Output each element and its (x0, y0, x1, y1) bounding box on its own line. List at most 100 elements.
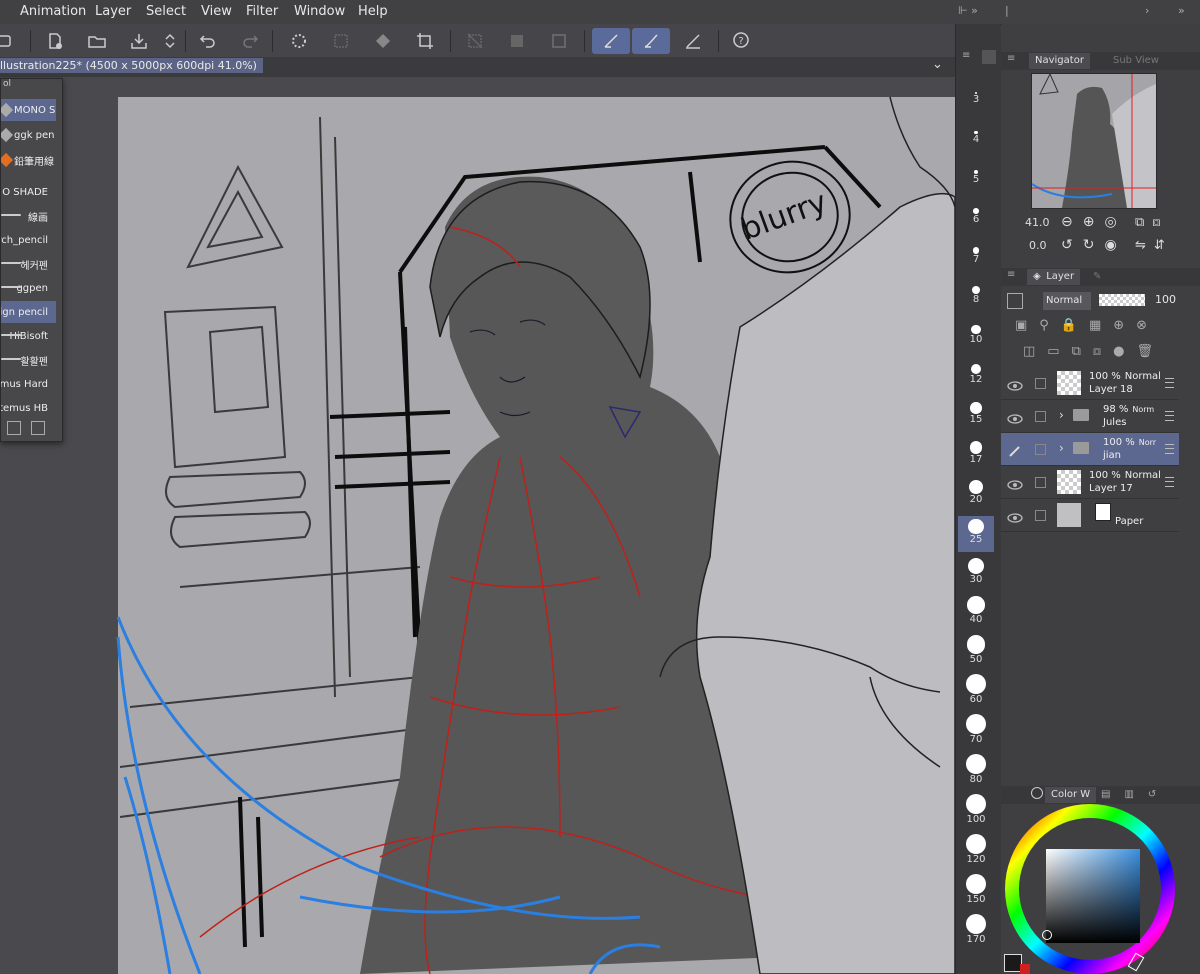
open-file-icon[interactable] (84, 28, 110, 54)
tab-sub-view[interactable]: Sub View (1107, 53, 1165, 69)
layer-settings-icon[interactable] (0, 28, 18, 54)
layer-create-icons[interactable]: ◫▭⧉⧈●🗑 (1023, 344, 1165, 359)
menu-layer[interactable]: Layer (95, 4, 131, 19)
menu-help[interactable]: Help (358, 4, 388, 19)
invert-selection-icon[interactable] (504, 28, 530, 54)
eye-icon[interactable] (1007, 377, 1023, 391)
layer-options-menu-icon[interactable] (1165, 378, 1174, 388)
navigator-thumbnail[interactable] (1031, 73, 1157, 209)
eye-icon[interactable] (1007, 410, 1023, 424)
brush-size-item[interactable]: 70 (958, 714, 994, 752)
saturation-value-square[interactable] (1046, 849, 1140, 943)
layer-row[interactable]: › 100 % Norr jian (1001, 433, 1179, 466)
brush-size-item[interactable]: 6 (958, 196, 994, 232)
sub-tool-item-pencil-line[interactable]: 鉛筆用線 (1, 149, 56, 171)
brush-size-item[interactable]: 17 (958, 436, 994, 472)
loading-spinner-icon[interactable] (286, 28, 312, 54)
sub-tool-item-mono-s[interactable]: MONO S (1, 99, 56, 121)
panel-expand-icon[interactable]: » (1178, 4, 1185, 17)
rotation-value[interactable]: 0.0 (1029, 239, 1047, 252)
brush-size-item[interactable]: 25 (958, 516, 994, 552)
drawing-canvas[interactable]: blurry (0, 77, 955, 974)
layer-options-menu-icon[interactable] (1165, 477, 1174, 487)
brush-size-item[interactable]: 7 (958, 236, 994, 272)
help-bubble-icon[interactable]: ? (728, 28, 754, 54)
layer-check-box[interactable] (1035, 510, 1046, 521)
folder-expand-chevron-icon[interactable]: › (1059, 408, 1064, 422)
brush-tip-icon[interactable] (982, 50, 996, 64)
background-color-swatch[interactable] (1020, 964, 1030, 974)
export-arrows-icon[interactable] (157, 28, 183, 54)
tab-menu-chevron-icon[interactable]: ⌄ (932, 57, 943, 72)
crop-icon[interactable] (412, 28, 438, 54)
menu-select[interactable]: Select (146, 4, 186, 19)
redo-icon[interactable] (237, 28, 263, 54)
sub-tool-item-rch-pencil[interactable]: rch_pencil (1, 229, 56, 251)
brush-size-item[interactable]: 4 (958, 116, 994, 152)
layer-row[interactable]: › 98 % Norm Jules (1001, 400, 1179, 433)
brush-size-item[interactable]: 150 (958, 874, 994, 912)
sub-tool-item-hibisoft[interactable]: HiBisoft (1, 325, 56, 347)
sub-tool-item-line-drawing[interactable]: 線画 (1, 205, 56, 227)
snap-ruler-icon[interactable] (592, 28, 630, 54)
eye-icon[interactable] (1007, 509, 1023, 523)
deselect-icon[interactable] (462, 28, 488, 54)
tab-layer-property[interactable]: ✎ (1087, 269, 1107, 285)
brush-size-item[interactable]: 10 (958, 316, 994, 352)
panel-menu-icon[interactable]: ≡ (1007, 269, 1015, 280)
brush-size-item[interactable]: 170 (958, 914, 994, 952)
save-icon[interactable] (126, 28, 152, 54)
fill-icon[interactable] (370, 28, 396, 54)
selection-border-icon[interactable] (546, 28, 572, 54)
brush-size-item[interactable]: 5 (958, 156, 994, 192)
layer-options-menu-icon[interactable] (1165, 444, 1174, 454)
brush-size-item[interactable]: 40 (958, 596, 994, 632)
edit-pen-icon[interactable] (1007, 443, 1021, 457)
tab-navigator[interactable]: Navigator (1029, 53, 1090, 69)
sub-tool-item-ggk-pen[interactable]: ggk pen (1, 124, 56, 146)
brush-size-item[interactable]: 15 (958, 396, 994, 432)
panel-arrow-icon[interactable]: › (1145, 4, 1149, 17)
layer-check-box[interactable] (1035, 444, 1046, 455)
layer-check-box[interactable] (1035, 378, 1046, 389)
transform-icon[interactable] (328, 28, 354, 54)
sub-tool-item-ggpen[interactable]: ggpen (1, 277, 56, 299)
zoom-value[interactable]: 41.0 (1025, 216, 1050, 229)
brush-size-item[interactable]: 100 (958, 794, 994, 832)
blend-option-icon[interactable] (1007, 293, 1023, 309)
brush-size-item[interactable]: 120 (958, 834, 994, 872)
menu-filter[interactable]: Filter (246, 4, 278, 19)
menu-animation[interactable]: Animation (20, 4, 86, 19)
flip-view-icon[interactable]: ⇋⇵ (1135, 238, 1173, 253)
sub-tool-item-heckerpen[interactable]: 헤커펜 (1, 253, 56, 275)
menu-view[interactable]: View (201, 4, 232, 19)
layer-options-menu-icon[interactable] (1165, 411, 1174, 421)
collapse-strip-icon[interactable]: ⊩ » (958, 4, 978, 17)
layer-row[interactable]: Paper (1001, 499, 1179, 532)
brush-size-item[interactable]: 80 (958, 754, 994, 792)
delete-sub-tool-icon[interactable] (31, 421, 45, 435)
brush-size-item[interactable]: 12 (958, 356, 994, 392)
layer-check-box[interactable] (1035, 411, 1046, 422)
blend-mode-select[interactable]: Normal (1043, 292, 1091, 310)
brush-size-item[interactable]: 3 (958, 76, 994, 112)
layer-check-box[interactable] (1035, 477, 1046, 488)
brush-size-item[interactable]: 8 (958, 276, 994, 312)
sub-tool-item-o-shade[interactable]: O SHADE (1, 181, 56, 203)
brush-size-item[interactable]: 30 (958, 556, 994, 592)
fit-view-icon[interactable]: ⧉⧈ (1135, 215, 1169, 230)
rotation-controls-icon[interactable]: ↺↻◉ (1061, 237, 1127, 253)
brush-size-item[interactable]: 20 (958, 476, 994, 512)
layer-lock-icons[interactable]: ▣⚲🔒▦⊕⊗ (1015, 318, 1159, 333)
brush-size-item[interactable]: 60 (958, 674, 994, 712)
sub-tool-item-hwalhwal-pen[interactable]: 활활펜 (1, 349, 56, 371)
tab-layer[interactable]: ◈ Layer (1027, 269, 1081, 285)
opacity-value[interactable]: 100 (1155, 293, 1176, 306)
zoom-controls-icon[interactable]: ⊖⊕◎ (1061, 214, 1127, 230)
strip-menu-icon[interactable]: ≡ (962, 50, 970, 61)
tab-color-wheel[interactable]: Color W (1045, 787, 1097, 803)
snap-special-ruler-icon[interactable] (632, 28, 670, 54)
layer-row[interactable]: 100 % Normal Layer 18 (1001, 367, 1179, 400)
menu-window[interactable]: Window (294, 4, 345, 19)
document-title-tab[interactable]: llustration225* (4500 x 5000px 600dpi 41… (0, 58, 263, 73)
